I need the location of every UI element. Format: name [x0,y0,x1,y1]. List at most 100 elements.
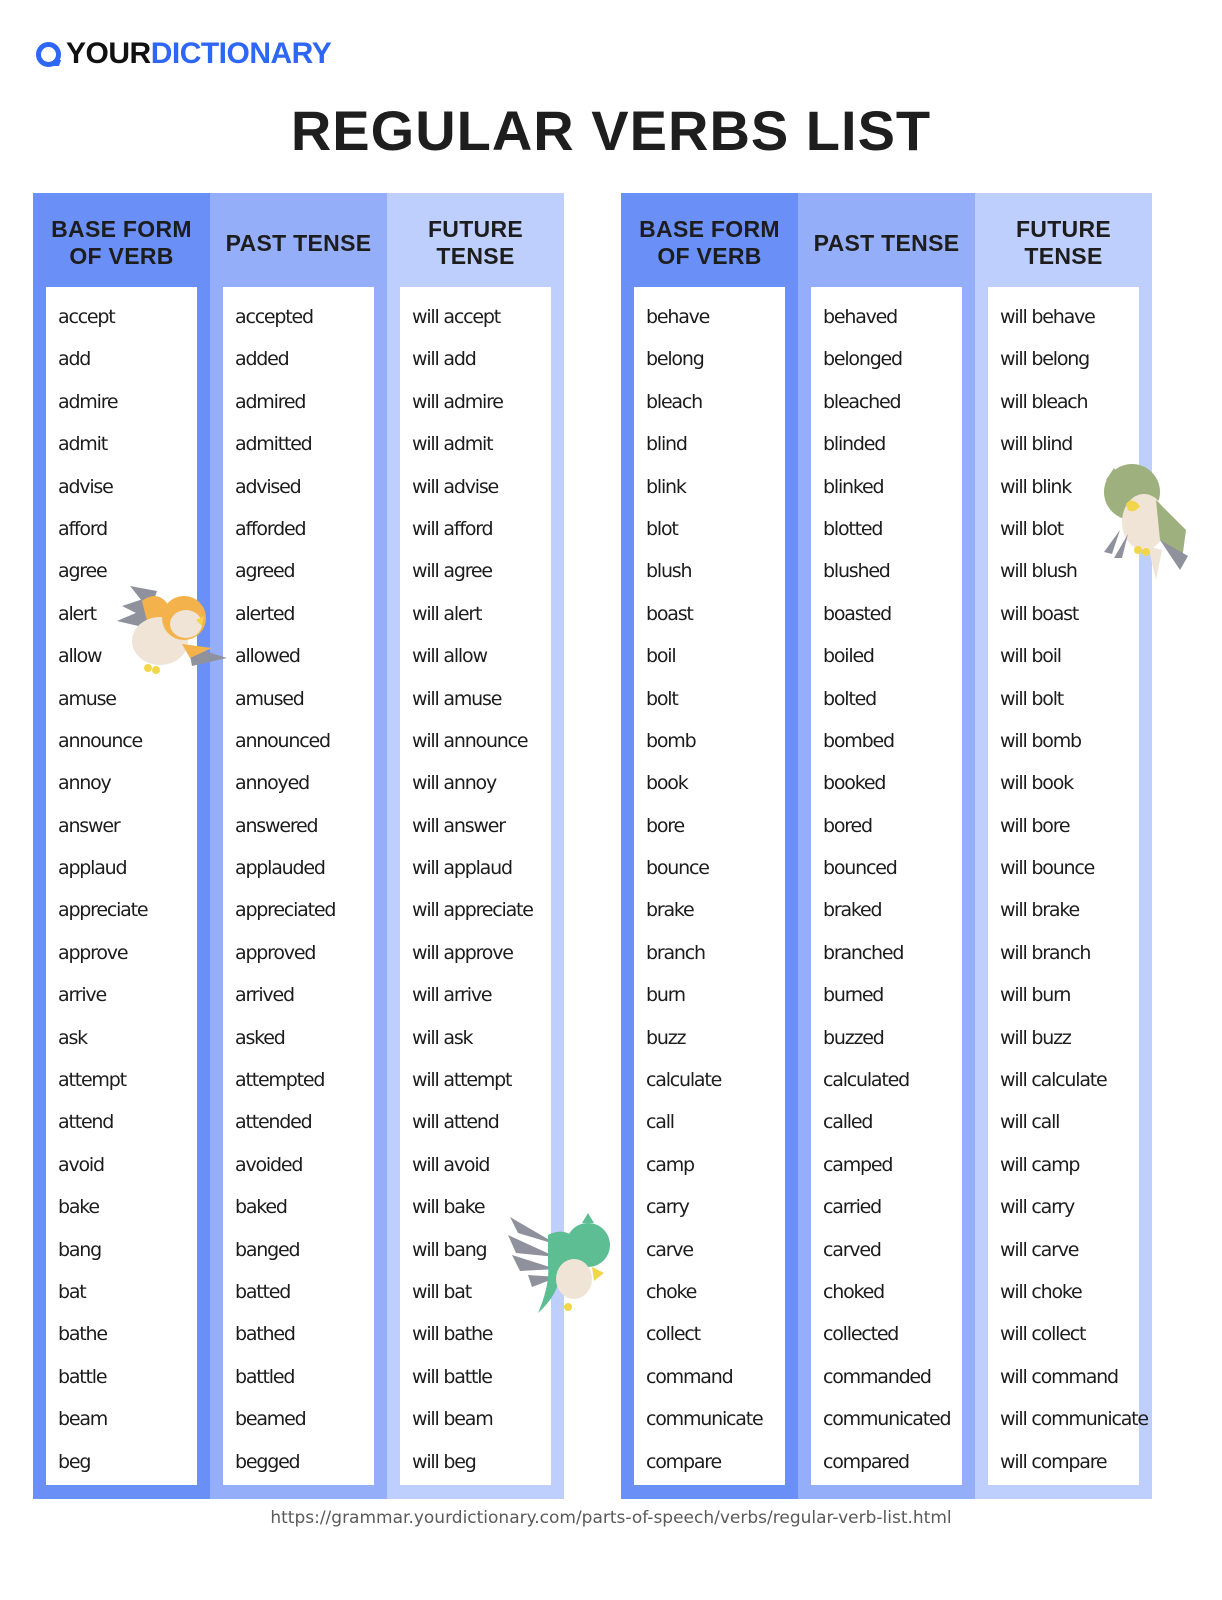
verb-cell: afforded [235,517,307,540]
verb-cell: will avoid [412,1153,490,1176]
verb-cell: admit [58,433,108,456]
verb-cell: add [58,348,91,371]
verb-cell: blushed [823,560,891,583]
column-body: behave belong bleach blind blink blot blush boa… [634,287,785,1485]
verb-cell: braked [823,899,883,922]
verb-cell: will branch [1000,941,1091,964]
verb-cell: will book [1000,772,1074,795]
verb-cell: appreciate [58,899,149,922]
verb-cell: begged [235,1450,301,1473]
verb-cell: camp [646,1153,695,1176]
past-tense-column: PAST TENSE behaved belonged bleached blinde… [798,193,975,1499]
column-header-base: BASE FORM OF VERB [51,216,192,269]
verb-cell: blot [646,517,679,540]
verb-cell: carved [823,1238,882,1261]
verb-cell: will choke [1000,1280,1083,1303]
verb-table-right: BASE FORM OF VERB behave belong bleach blin… [621,193,1152,1499]
verb-cell: will admire [412,390,504,413]
verb-cell: beam [58,1408,108,1431]
column-body: accept add admire admit advise afford agree ale… [46,287,197,1485]
verb-cell: will carve [1000,1238,1079,1261]
verb-cell: carry [646,1196,690,1219]
verb-cell: bounced [823,857,898,880]
verb-cell: attended [235,1111,313,1134]
verb-cell: announced [235,729,331,752]
verb-cell: will command [1000,1365,1119,1388]
verb-cell: will behave [1000,306,1096,328]
verb-cell: will bleach [1000,390,1089,413]
verb-cell: will burn [1000,984,1071,1007]
verb-cell: accepted [235,306,314,328]
verb-cell: book [646,772,689,795]
verb-cell: bat [58,1280,87,1303]
verb-cell: afford [58,517,108,540]
verb-cell: will alert [412,602,482,625]
verb-cell: called [823,1111,873,1134]
base-form-column: BASE FORM OF VERB behave belong bleach blin… [621,193,798,1499]
verb-cell: burn [646,984,686,1007]
verb-cell: will announce [412,729,529,752]
verb-cell: will add [412,348,477,371]
verb-cell: brake [646,899,695,922]
verb-cell: will collect [1000,1323,1086,1346]
verb-cell: bathed [235,1323,296,1346]
verb-cell: bake [58,1196,100,1219]
verb-cell: will agree [412,560,493,583]
verb-cell: boil [646,645,677,668]
verb-cell: buzzed [823,1026,885,1049]
verb-cell: will afford [412,517,494,540]
logo-text-your: YOUR [66,37,151,70]
verb-cell: avoid [58,1153,105,1176]
verb-cell: will appreciate [412,899,534,922]
verb-cell: branch [646,941,706,964]
verb-cell: admire [58,390,119,413]
verb-cell: agreed [235,560,296,583]
past-tense-column: PAST TENSE accepted added admired admitted a… [210,193,387,1499]
source-url[interactable]: https://grammar.yourdictionary.com/parts… [0,1508,1222,1528]
verb-cell: approve [58,941,129,964]
yourdictionary-logo[interactable]: YOURDICTIONARY [36,36,332,72]
verb-cell: advised [235,475,302,498]
verb-cell: bathe [58,1323,108,1346]
verb-cell: communicated [823,1408,952,1431]
logo-text-dictionary: DICTIONARY [150,37,332,70]
column-header-past: PAST TENSE [813,229,960,256]
verb-cell: blinked [823,475,885,498]
verb-cell: applaud [58,857,128,880]
verb-cell: ask [58,1026,88,1049]
verb-cell: collected [823,1323,899,1346]
verb-cell: annoy [58,772,112,795]
verb-cell: blind [646,433,688,456]
verb-cell: accept [58,306,116,328]
verb-cell: battled [235,1365,295,1388]
column-header-base: BASE FORM OF VERB [639,216,780,269]
verb-cell: boasted [823,602,892,625]
verb-cell: blotted [823,517,883,540]
verb-cell: will brake [1000,899,1080,922]
column-body: accepted added admired admitted advised affor… [223,287,374,1485]
verb-cell: behave [646,306,710,328]
verb-cell: banged [235,1238,301,1261]
verb-cell: amuse [58,687,117,710]
verb-cell: burned [823,984,884,1007]
column-body: behaved belonged bleached blinded blinked blo… [811,287,962,1485]
verb-cell: buzz [646,1026,686,1049]
verb-cell: will carry [1000,1196,1075,1219]
verb-cell: battle [58,1365,108,1388]
verb-cell: bore [646,814,685,837]
column-header-future: FUTURE TENSE [1015,216,1112,269]
verb-cell: choked [823,1280,885,1303]
verb-cell: added [235,348,290,371]
verb-cell: bomb [646,729,697,752]
verb-cell: calculate [646,1069,722,1092]
column-header-past: PAST TENSE [225,229,372,256]
verb-cell: annoyed [235,772,310,795]
verb-cell: batted [235,1280,291,1303]
verb-cell: will attempt [412,1069,512,1092]
verb-cell: will annoy [412,772,497,795]
verb-cell: bolt [646,687,679,710]
verb-cell: will attend [412,1111,500,1134]
base-form-column: BASE FORM OF VERB accept add admire admit ad… [33,193,210,1499]
column-header-future: FUTURE TENSE [427,216,524,269]
verb-cell: bleach [646,390,703,413]
